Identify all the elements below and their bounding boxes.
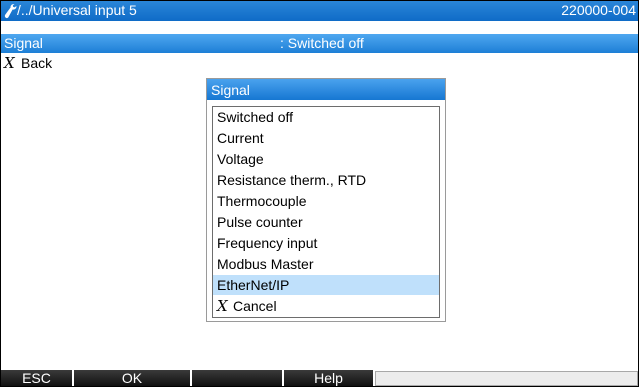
- option-modbus-master[interactable]: Modbus Master: [213, 254, 439, 274]
- option-current[interactable]: Current: [213, 128, 439, 148]
- signal-options-list: Switched off Current Voltage Resistance …: [212, 106, 440, 318]
- cancel-button[interactable]: X Cancel: [213, 296, 439, 316]
- wrench-icon: [4, 3, 18, 19]
- dialog-title: Signal: [211, 82, 250, 98]
- parameter-value: : Switched off: [280, 35, 364, 51]
- navigation-path: /../Universal input 5: [17, 2, 137, 18]
- softkey-bar: ESC OK Help: [1, 370, 638, 386]
- option-ethernet-ip[interactable]: EtherNet/IP: [213, 275, 439, 295]
- option-label: Resistance therm., RTD: [217, 172, 367, 188]
- option-voltage[interactable]: Voltage: [213, 149, 439, 169]
- back-label: Back: [21, 55, 53, 71]
- option-resistance-therm-rtd[interactable]: Resistance therm., RTD: [213, 170, 439, 190]
- help-softkey[interactable]: Help: [284, 370, 373, 386]
- option-label: Modbus Master: [217, 256, 314, 272]
- x-icon: X: [217, 297, 228, 315]
- blank-softkey[interactable]: [192, 370, 282, 386]
- option-label: Current: [217, 130, 264, 146]
- option-label: Thermocouple: [217, 193, 307, 209]
- status-field: [375, 371, 638, 386]
- x-icon: X: [4, 54, 15, 72]
- option-label: EtherNet/IP: [217, 277, 290, 293]
- option-frequency-input[interactable]: Frequency input: [213, 233, 439, 253]
- option-switched-off[interactable]: Switched off: [213, 107, 439, 127]
- signal-dialog: Signal Switched off Current Voltage Resi…: [206, 78, 446, 322]
- cancel-label: Cancel: [233, 298, 277, 314]
- device-screen: /../Universal input 5 220000-004 Signal …: [0, 0, 639, 387]
- option-pulse-counter[interactable]: Pulse counter: [213, 212, 439, 232]
- parameter-row-signal[interactable]: Signal : Switched off: [1, 34, 638, 53]
- option-label: Pulse counter: [217, 214, 303, 230]
- option-label: Switched off: [217, 109, 294, 125]
- option-label: Voltage: [217, 151, 264, 167]
- option-thermocouple[interactable]: Thermocouple: [213, 191, 439, 211]
- title-bar: /../Universal input 5 220000-004: [1, 1, 638, 21]
- esc-softkey[interactable]: ESC: [1, 370, 72, 386]
- option-label: Frequency input: [217, 235, 318, 251]
- parameter-name: Signal: [4, 35, 43, 51]
- device-id: 220000-004: [561, 2, 636, 18]
- dialog-header: Signal: [207, 79, 445, 100]
- ok-softkey[interactable]: OK: [74, 370, 190, 386]
